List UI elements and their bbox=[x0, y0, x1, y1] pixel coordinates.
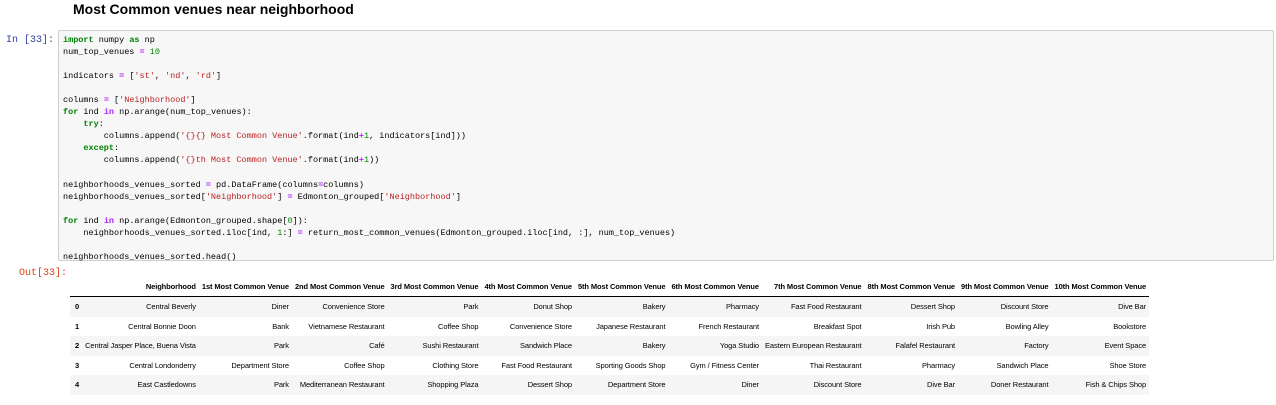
table-cell: Convenience Store bbox=[509, 321, 572, 331]
table-cell: Event Space bbox=[1104, 341, 1147, 351]
table-cell: Thai Restaurant bbox=[809, 360, 862, 370]
table-cell: Discount Store bbox=[813, 380, 862, 390]
row-index: 4 bbox=[75, 380, 80, 390]
table-cell: Mediterranean Restaurant bbox=[299, 380, 385, 390]
table-cell: French Restaurant bbox=[698, 321, 760, 331]
dataframe-table: Neighborhood 1st Most Common Venue 2nd Mos… bbox=[70, 276, 1150, 395]
table-cell: Dessert Shop bbox=[910, 302, 955, 312]
table-row: 4 East Castledowns Park Mediterranean Resta… bbox=[70, 375, 1150, 395]
index-header bbox=[70, 276, 83, 297]
table-cell: Pharmacy bbox=[922, 360, 955, 370]
column-header: 3rd Most Common Venue bbox=[387, 276, 482, 297]
table-cell: Shopping Plaza bbox=[427, 380, 479, 390]
table-cell: Convenience Store bbox=[322, 302, 385, 312]
table-cell: Shoe Store bbox=[1109, 360, 1147, 370]
code-text[interactable]: import numpy as np num_top_venues = 10 i… bbox=[59, 31, 1273, 263]
table-body: 0 Central Beverly Diner Convenience Store Pa… bbox=[70, 296, 1150, 395]
column-header: 7th Most Common Venue bbox=[761, 276, 865, 297]
table-row: 3 Central Londonderry Department Store Coff… bbox=[70, 356, 1149, 376]
column-header: 5th Most Common Venue bbox=[574, 276, 669, 297]
notebook-page: Most Common venues near neighborhood In … bbox=[0, 0, 1276, 405]
column-header: 4th Most Common Venue bbox=[481, 276, 575, 297]
table-cell: Dive Bar bbox=[927, 380, 955, 390]
row-index: 3 bbox=[75, 360, 80, 370]
table-cell: Central Londonderry bbox=[129, 360, 196, 370]
table-cell: Diner bbox=[271, 302, 290, 312]
table-cell: Sandwich Place bbox=[520, 341, 572, 351]
table-cell: Central Jasper Place, Buena Vista bbox=[85, 341, 196, 351]
table-cell: Coffee Shop bbox=[344, 360, 385, 370]
input-prompt: In [33]: bbox=[6, 35, 55, 46]
column-header: Neighborhood bbox=[82, 276, 199, 297]
output-area: Neighborhood 1st Most Common Venue 2nd Mos… bbox=[70, 276, 1150, 395]
table-cell: Factory bbox=[1024, 341, 1049, 351]
table-cell: Clothing Store bbox=[432, 360, 479, 370]
table-cell: Yoga Studio bbox=[719, 341, 759, 351]
table-cell: Fish & Chips Shop bbox=[1085, 380, 1147, 390]
table-cell: Diner bbox=[741, 380, 760, 390]
table-cell: Central Beverly bbox=[146, 302, 196, 312]
table-cell: Japanese Restaurant bbox=[596, 321, 666, 331]
table-cell: Central Bonnie Doon bbox=[128, 321, 196, 331]
table-cell: Coffee Shop bbox=[438, 321, 479, 331]
table-cell: Department Store bbox=[607, 380, 666, 390]
table-cell: Sushi Restaurant bbox=[422, 341, 479, 351]
table-row: 2 Central Jasper Place, Buena Vista Park Ca… bbox=[70, 336, 1150, 356]
table-cell: Gym / Fitness Center bbox=[690, 360, 759, 370]
table-row: 1 Central Bonnie Doon Bank Vietnamese Resta… bbox=[70, 317, 1149, 337]
table-cell: Department Store bbox=[231, 360, 289, 370]
row-index: 0 bbox=[75, 302, 80, 312]
table-cell: Vietnamese Restaurant bbox=[308, 321, 385, 331]
table-cell: Irish Pub bbox=[926, 321, 955, 331]
table-cell: Eastern European Restaurant bbox=[764, 341, 862, 351]
column-header: 9th Most Common Venue bbox=[958, 276, 1052, 297]
table-cell: Café bbox=[369, 341, 385, 351]
table-cell: Dessert Shop bbox=[527, 380, 572, 390]
table-cell: Bowling Alley bbox=[1005, 321, 1049, 331]
table-cell: Park bbox=[273, 341, 289, 351]
table-cell: Falafel Restaurant bbox=[895, 341, 956, 351]
table-cell: Discount Store bbox=[1000, 302, 1049, 312]
column-header: 10th Most Common Venue bbox=[1051, 276, 1150, 297]
table-cell: Bank bbox=[272, 321, 289, 331]
markdown-heading: Most Common venues near neighborhood bbox=[73, 1, 354, 17]
table-cell: Park bbox=[463, 302, 479, 312]
table-cell: Breakfast Spot bbox=[813, 321, 862, 331]
row-index: 1 bbox=[75, 321, 80, 331]
table-cell: Sporting Goods Shop bbox=[595, 360, 666, 370]
column-header: 8th Most Common Venue bbox=[864, 276, 958, 297]
table-cell: Fast Food Restaurant bbox=[501, 360, 572, 370]
table-cell: Dive Bar bbox=[1118, 302, 1147, 312]
table-cell: Sandwich Place bbox=[996, 360, 1049, 370]
table-cell: Pharmacy bbox=[726, 302, 759, 312]
table-row: 0 Central Beverly Diner Convenience Store Pa… bbox=[70, 296, 1150, 317]
column-header: 1st Most Common Venue bbox=[198, 276, 292, 297]
column-header: 6th Most Common Venue bbox=[668, 276, 762, 297]
row-index: 2 bbox=[75, 341, 80, 351]
table-cell: Bakery bbox=[642, 341, 666, 351]
table-header-row: Neighborhood 1st Most Common Venue 2nd Mos… bbox=[70, 276, 1150, 297]
table-cell: Bakery bbox=[642, 302, 666, 312]
table-cell: East Castledowns bbox=[137, 380, 196, 390]
table-cell: Doner Restaurant bbox=[990, 380, 1049, 390]
table-cell: Bookstore bbox=[1113, 321, 1147, 331]
output-prompt: Out[33]: bbox=[19, 268, 68, 279]
table-cell: Donut Shop bbox=[533, 302, 572, 312]
table-cell: Fast Food Restaurant bbox=[790, 302, 862, 312]
table-cell: Park bbox=[273, 380, 289, 390]
code-cell-editor[interactable]: import numpy as np num_top_venues = 10 i… bbox=[58, 30, 1274, 263]
column-header: 2nd Most Common Venue bbox=[291, 276, 388, 297]
